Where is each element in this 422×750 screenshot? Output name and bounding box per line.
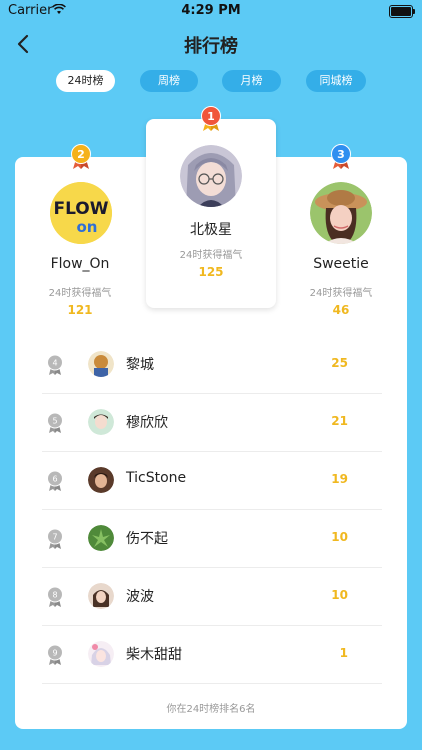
rank-3-value: 46 [332,303,350,317]
flow-logo-line1: FLOW [53,199,108,219]
avatar[interactable] [88,351,114,377]
page-title: 排行榜 [184,36,238,57]
medal-2-number: 2 [77,148,85,161]
battery-icon [389,5,415,18]
row-name: 伤不起 [126,531,168,547]
tab-monthly[interactable]: 月榜 [222,70,281,92]
medal-1-icon: 1 [201,106,221,131]
ranking-row[interactable]: 4 黎城 25 [42,335,382,394]
row-name: 波波 [126,589,154,605]
row-value: 21 [331,414,348,428]
rank-badge-icon: 9 [47,644,63,665]
avatar-flow-on[interactable]: FLOW on [50,182,112,244]
rank-2-caption: 24时获得福气 [48,288,112,299]
rank-2-name: Flow_On [50,256,110,272]
tab-local[interactable]: 同城榜 [306,70,366,92]
row-value: 10 [331,588,348,602]
rank-2-value: 121 [67,303,93,317]
rank-3-caption: 24时获得福气 [309,288,373,299]
tab-weekly[interactable]: 周榜 [140,70,198,92]
row-name: 黎城 [126,357,154,373]
svg-text:5: 5 [52,417,57,426]
svg-text:9: 9 [52,649,57,658]
tab-24h[interactable]: 24时榜 [56,70,115,92]
medal-3-number: 3 [337,148,345,161]
ranking-row[interactable]: 8 波波 10 [42,567,382,626]
svg-text:4: 4 [52,359,57,368]
rank-1-value: 125 [198,265,224,279]
rank-badge-icon: 7 [47,528,63,549]
avatar[interactable] [88,409,114,435]
avatar[interactable] [88,583,114,609]
rank-badge-icon: 8 [47,586,63,607]
avatar-sweetie[interactable] [310,182,372,244]
rank-badge-icon: 6 [47,470,63,491]
row-value: 10 [331,530,348,544]
row-value: 19 [331,472,348,486]
row-name: TicStone [126,470,187,486]
medal-1-number: 1 [207,110,215,123]
clock: 4:29 PM [181,3,241,18]
rank-badge-icon: 4 [47,354,63,375]
my-rank-note: 你在24时榜排名6名 [166,704,256,715]
svg-text:7: 7 [52,533,57,542]
row-value: 25 [331,356,348,370]
ranking-row[interactable]: 7 伤不起 10 [42,509,382,568]
svg-text:6: 6 [52,475,57,484]
row-name: 柴木甜甜 [126,647,182,663]
svg-text:8: 8 [52,591,57,600]
rank-badge-icon: 5 [47,412,63,433]
avatar-beijixing[interactable] [180,145,242,207]
status-bar: Carrier 4:29 PM [0,0,422,22]
period-tabs: 24时榜 周榜 月榜 同城榜 [0,70,422,92]
medal-2-icon: 2 [71,144,91,169]
rank-3-name: Sweetie [313,256,369,272]
row-value: 1 [339,646,348,660]
rank-1-name: 北极星 [190,222,232,238]
avatar[interactable] [88,641,114,667]
flow-logo-line2: on [77,218,98,236]
ranking-row[interactable]: 9 柴木甜甜 1 [42,625,382,684]
medal-3-icon: 3 [331,144,351,169]
row-name: 穆欣欣 [126,415,168,431]
avatar[interactable] [88,525,114,551]
ranking-row[interactable]: 6 TicStone 19 [42,451,382,510]
ranking-row[interactable]: 5 穆欣欣 21 [42,393,382,452]
rank-1-caption: 24时获得福气 [179,250,243,261]
avatar[interactable] [88,467,114,493]
